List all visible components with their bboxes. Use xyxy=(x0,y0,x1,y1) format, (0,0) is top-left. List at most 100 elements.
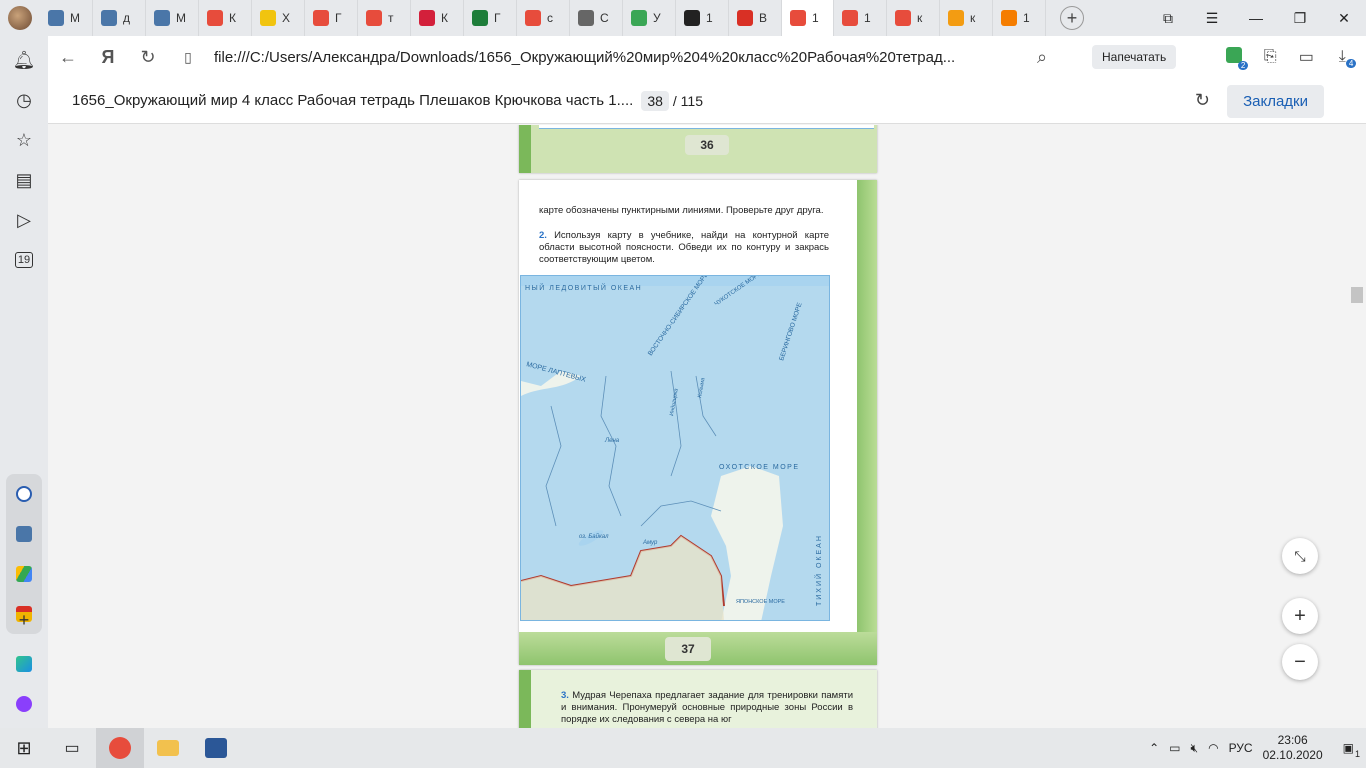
windows-taskbar: ⊞ ▭ ⌃ ▭ 🔇︎ ◠ РУС 23:06 02.10.2020 ▣ 1 xyxy=(0,728,1366,768)
gosuslugi-icon[interactable] xyxy=(6,474,42,514)
document-icon xyxy=(578,10,594,26)
system-tray: ⌃ ▭ 🔇︎ ◠ РУС 23:06 02.10.2020 ▣ 1 xyxy=(1149,733,1366,763)
play-icon[interactable]: ▷ xyxy=(0,200,48,240)
star-icon[interactable]: ☆ xyxy=(0,120,48,160)
blogger-icon xyxy=(1001,10,1017,26)
search-icon[interactable]: ⌕ xyxy=(1022,47,1062,68)
tab[interactable]: В xyxy=(729,0,782,36)
downloads-icon[interactable]: ⤓ 4 xyxy=(1324,48,1360,68)
tab-label: 1 xyxy=(1023,11,1030,25)
tab-label: д xyxy=(123,11,131,25)
page37-task-2: 2. Используя карту в учебнике, найди на … xyxy=(539,230,829,266)
circle-icon xyxy=(684,10,700,26)
page-number-label: 36 xyxy=(685,135,729,155)
new-tab-button[interactable]: + xyxy=(1060,6,1084,30)
fit-page-button[interactable]: ⤡ xyxy=(1282,538,1318,574)
tab[interactable]: 1 xyxy=(834,0,887,36)
tab[interactable]: с xyxy=(517,0,570,36)
page-number-input[interactable]: 38 xyxy=(641,90,669,111)
tab[interactable]: К xyxy=(199,0,252,36)
tab-label: М xyxy=(176,11,186,25)
task-view-icon[interactable]: ▭ xyxy=(48,728,96,768)
calendar-icon[interactable]: 19 xyxy=(0,240,48,280)
yandex-icon xyxy=(895,10,911,26)
window-controls: ⧉ ☰ — ❐ ✕ xyxy=(1146,0,1366,36)
tab-strip: Мд М К Х Гт К Гс С У 1 В 1 1 к к 1 xyxy=(40,0,1046,36)
map-label-arctic-ocean: НЫЙ ЛЕДОВИТЫЙ ОКЕАН xyxy=(525,283,642,292)
scrollbar-thumb[interactable] xyxy=(1351,287,1363,303)
close-button[interactable]: ✕ xyxy=(1322,10,1366,27)
tab-label: У xyxy=(653,11,661,25)
tab[interactable]: К xyxy=(411,0,464,36)
tab-label: М xyxy=(70,11,80,25)
tab-label: К xyxy=(441,11,448,25)
tab[interactable]: У xyxy=(623,0,676,36)
collections-icon[interactable]: ▤ xyxy=(0,160,48,200)
notifications-icon[interactable]: ▣ 1 xyxy=(1343,741,1360,759)
tab[interactable]: Г xyxy=(464,0,517,36)
history-icon[interactable]: ◷ xyxy=(0,80,48,120)
vk-icon xyxy=(101,10,117,26)
yandex-icon xyxy=(366,10,382,26)
word-icon[interactable] xyxy=(192,728,240,768)
tab[interactable]: к xyxy=(887,0,940,36)
yandex-browser-taskbar-icon[interactable] xyxy=(96,728,144,768)
bookmarks-button[interactable]: Закладки xyxy=(1227,85,1324,118)
restore-button[interactable]: ❐ xyxy=(1278,10,1322,27)
reload-icon[interactable]: ↻ xyxy=(128,47,168,68)
menu-icon[interactable]: ☰ xyxy=(1190,10,1234,27)
tab[interactable]: Х xyxy=(252,0,305,36)
clock[interactable]: 23:06 02.10.2020 xyxy=(1263,733,1323,763)
tab-manager-icon[interactable]: ⧉ xyxy=(1146,10,1190,27)
tab[interactable]: 1 xyxy=(993,0,1046,36)
contour-map: НЫЙ ЛЕДОВИТЫЙ ОКЕАН ВОСТОЧНО-СИБИРСКОЕ М… xyxy=(520,275,830,621)
browser-sidebar: 🔔︎ ◷ ☆ ▤ ▷ 19 + xyxy=(0,36,48,728)
tab[interactable]: М xyxy=(40,0,93,36)
screenshot-icon[interactable]: ▭ xyxy=(1288,47,1324,67)
volume-icon[interactable]: 🔇︎ xyxy=(1191,741,1199,756)
chevron-up-icon[interactable]: ⌃ xyxy=(1149,741,1159,755)
extension-icon[interactable]: 2 xyxy=(1216,46,1252,70)
uchi-icon xyxy=(631,10,647,26)
yandex-logo-icon[interactable]: Я xyxy=(88,47,128,68)
tab[interactable]: 1 xyxy=(782,0,834,36)
zoom-in-button[interactable]: + xyxy=(1282,598,1318,634)
tab[interactable]: т xyxy=(358,0,411,36)
profile-avatar[interactable] xyxy=(8,6,32,30)
tab-label: к xyxy=(917,11,923,25)
send-icon[interactable] xyxy=(0,644,48,684)
wifi-icon[interactable]: ◠ xyxy=(1208,741,1218,755)
bell-icon[interactable]: 🔔︎ xyxy=(0,40,48,80)
print-button[interactable]: Напечатать xyxy=(1092,45,1177,69)
page-36: 36 xyxy=(519,125,877,173)
add-app-icon[interactable]: + xyxy=(0,600,48,640)
reader-icon[interactable]: ⎘ xyxy=(1252,48,1288,66)
notification-count: 1 xyxy=(1354,749,1360,759)
pdf-viewer[interactable]: 36 карте обозначены пунктирными линиями.… xyxy=(48,125,1366,728)
vk-icon[interactable] xyxy=(6,514,42,554)
tab[interactable]: Г xyxy=(305,0,358,36)
tab[interactable]: С xyxy=(570,0,623,36)
tab-bar: Мд М К Х Гт К Гс С У 1 В 1 1 к к 1 + ⧉ ☰ — ❐ ✕ xyxy=(0,0,1366,36)
tab[interactable]: 1 xyxy=(676,0,729,36)
tab[interactable]: к xyxy=(940,0,993,36)
rotate-icon[interactable]: ↻ xyxy=(1195,90,1210,111)
vertical-scrollbar[interactable] xyxy=(1350,125,1366,728)
battery-icon[interactable]: ▭ xyxy=(1169,741,1180,755)
map-label-pacific-ocean: ТИХИЙ ОКЕАН xyxy=(814,534,823,606)
task-text: Мудрая Черепаха предлагает задание для т… xyxy=(561,690,854,725)
zoom-out-button[interactable]: − xyxy=(1282,644,1318,680)
start-button[interactable]: ⊞ xyxy=(0,728,48,768)
url-field[interactable]: file:///C:/Users/Александра/Downloads/16… xyxy=(214,49,1014,66)
drive-icon[interactable] xyxy=(6,554,42,594)
alice-icon[interactable] xyxy=(0,684,48,724)
language-indicator[interactable]: РУС xyxy=(1229,741,1253,755)
page37-text-1: карте обозначены пунктирными линиями. Пр… xyxy=(539,205,824,216)
tab[interactable]: д xyxy=(93,0,146,36)
file-explorer-icon[interactable] xyxy=(144,728,192,768)
minimize-button[interactable]: — xyxy=(1234,10,1278,26)
vk-icon xyxy=(154,10,170,26)
tab-label: с xyxy=(547,11,553,25)
back-icon[interactable]: ← xyxy=(48,47,88,68)
tab[interactable]: М xyxy=(146,0,199,36)
